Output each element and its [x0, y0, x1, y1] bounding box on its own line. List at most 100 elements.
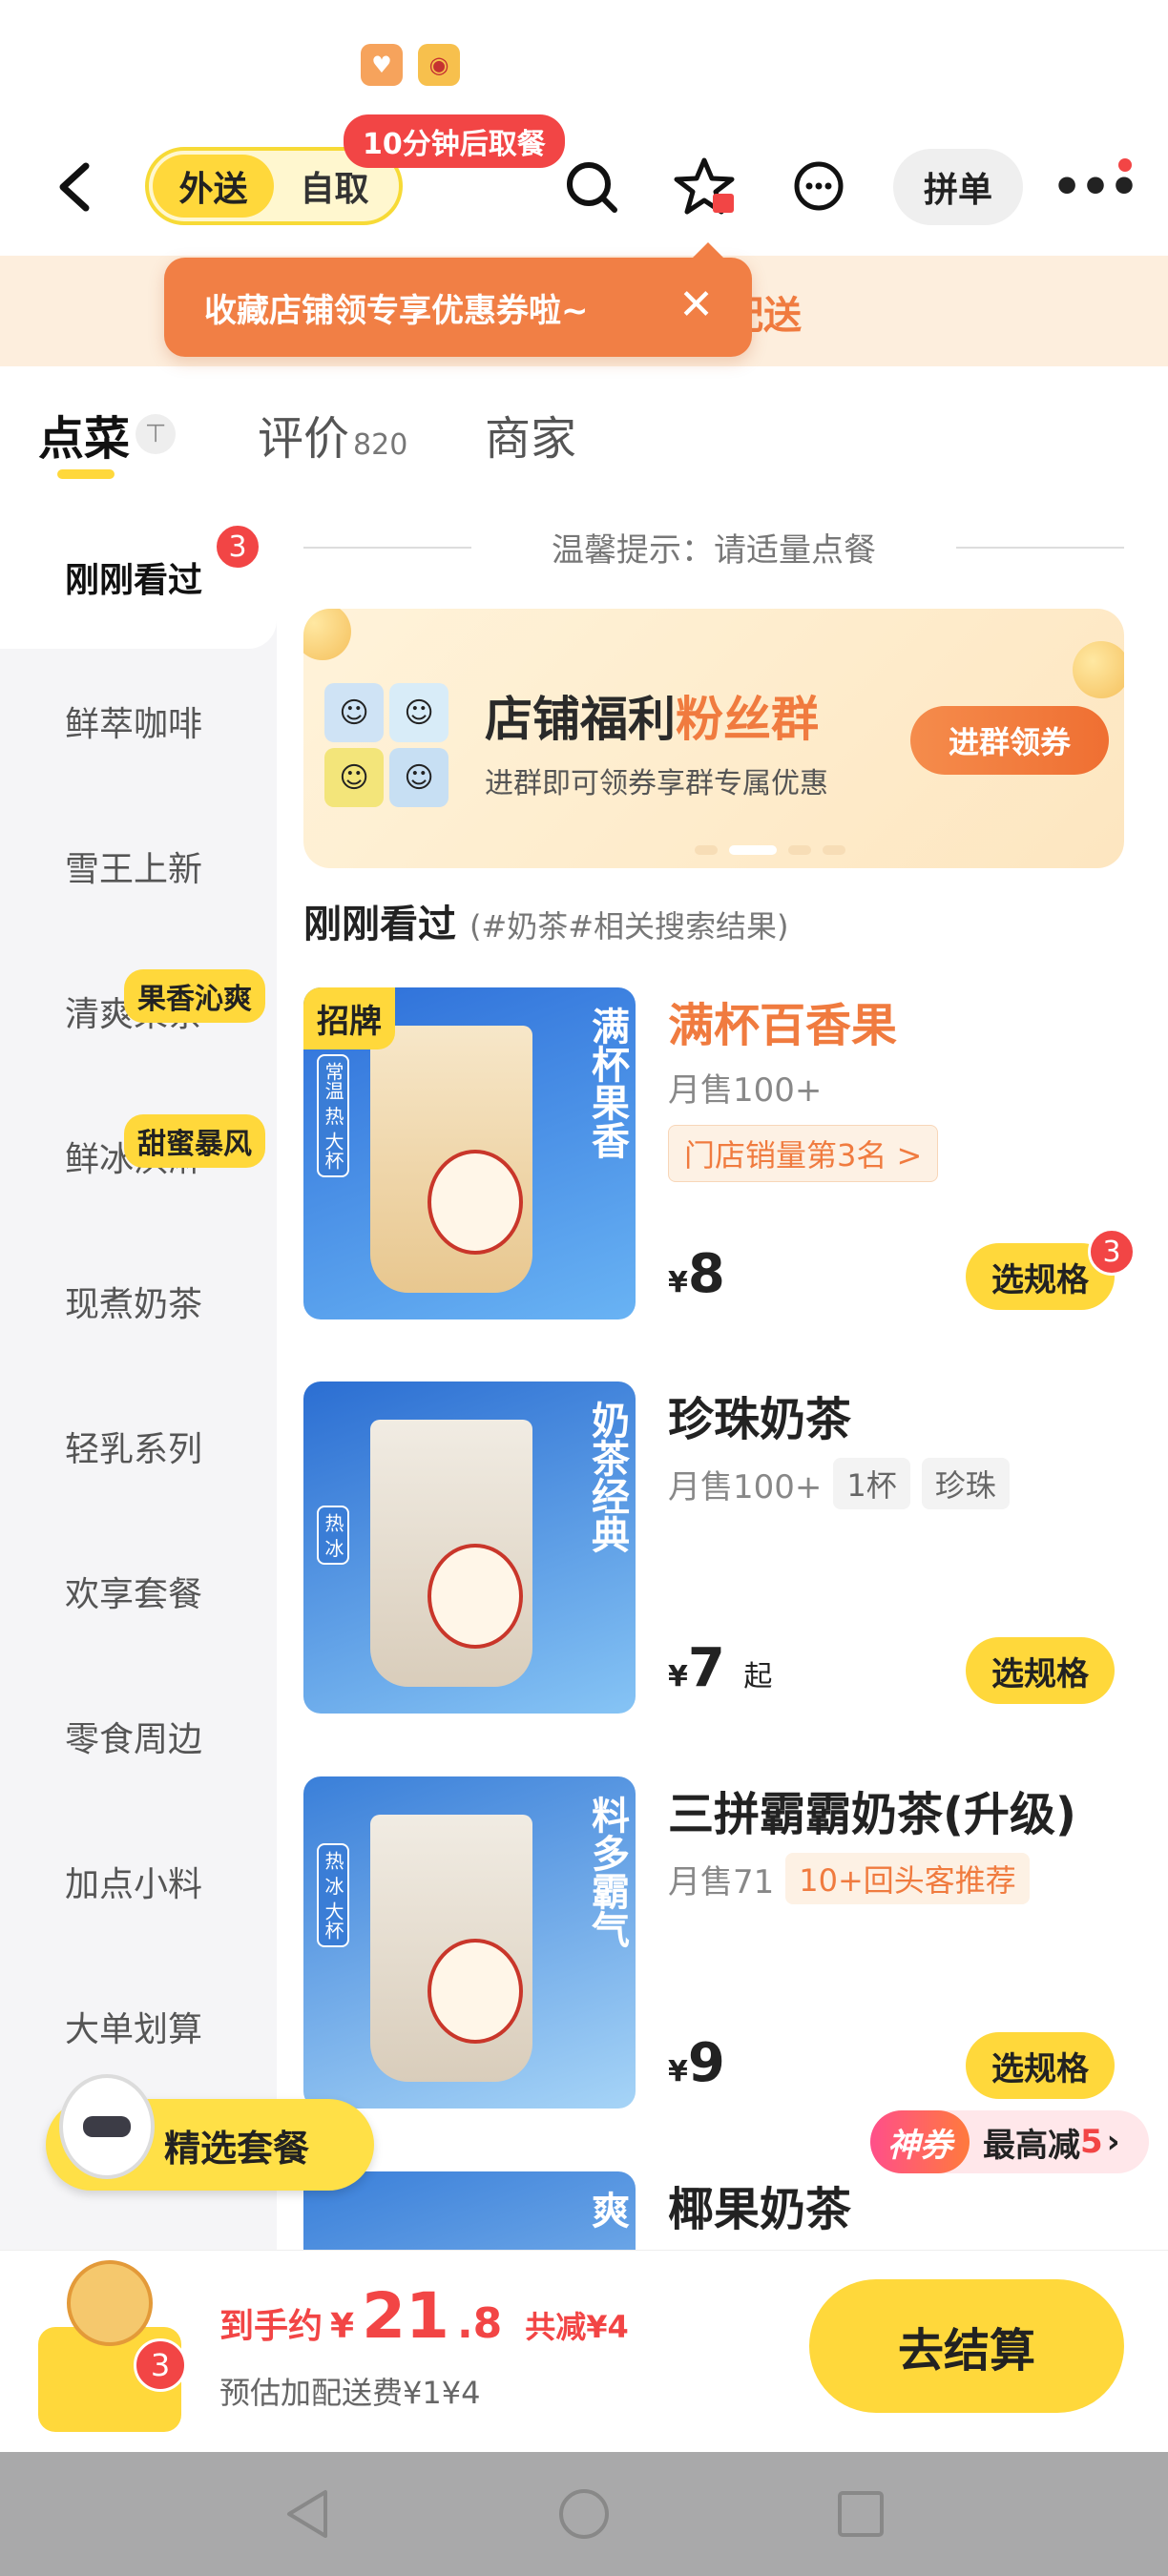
- currency-symbol: ¥: [330, 2307, 355, 2346]
- tab-reviews[interactable]: 评价 820: [258, 401, 407, 467]
- sidebar-item-new[interactable]: 雪王上新: [0, 794, 277, 939]
- combo-label: 精选套餐: [164, 2127, 310, 2170]
- carousel-dot-active: [729, 845, 777, 855]
- product-card[interactable]: 料多霸气 热 冰 大杯 三拼霸霸奶茶(升级) 月售71 10+回头客推荐 ¥9 …: [303, 1776, 1143, 2120]
- product-image: 满杯果香 常温 热 大杯 招牌: [303, 987, 636, 1319]
- sidebar-item-snacks[interactable]: 零食周边: [0, 1664, 277, 1809]
- circle-home-icon: [559, 2489, 609, 2539]
- chat-bubble-icon: [794, 161, 844, 211]
- avatar: ☺: [324, 748, 384, 807]
- header: 外送 自取 10分钟后取餐 拼单 •••: [0, 114, 1168, 239]
- cart-qty-badge: 3: [1088, 1228, 1136, 1276]
- product-image: 奶茶经典 热 冰: [303, 1381, 636, 1714]
- search-icon: [567, 162, 617, 213]
- sidebar-item-label: 欢享套餐: [65, 1575, 203, 1614]
- join-group-button[interactable]: 进群领券: [910, 706, 1109, 775]
- sidebar-item-label: 鲜萃咖啡: [65, 705, 203, 744]
- price-value: 9: [687, 2032, 725, 2094]
- sidebar-item-ice-cream[interactable]: 鲜冰淇淋 甜蜜暴风: [0, 1084, 277, 1229]
- banner-title-highlight: 粉丝群: [676, 692, 819, 747]
- sales-text: 月售71: [668, 1862, 775, 1901]
- sidebar-item-label: 刚刚看过: [65, 561, 203, 600]
- chevron-right-icon: ›: [1106, 2123, 1120, 2161]
- notification-dot: [1118, 158, 1132, 172]
- featured-combo-button[interactable]: 精选套餐: [46, 2074, 374, 2191]
- avatar: ☺: [389, 748, 448, 807]
- back-arrow-icon: [59, 162, 90, 212]
- tab-reviews-label: 评价: [258, 412, 350, 466]
- sidebar-item-label: 加点小料: [65, 1865, 203, 1904]
- pin-top-icon[interactable]: ⊤: [136, 414, 177, 454]
- temperature-label: 热 冰: [317, 1506, 349, 1566]
- sidebar-item-recent[interactable]: 刚刚看过 3: [0, 506, 277, 649]
- checkout-button[interactable]: 去结算: [809, 2279, 1124, 2413]
- sidebar-item-fruit-tea[interactable]: 清爽果茶 果香沁爽: [0, 939, 277, 1084]
- tab-menu[interactable]: 点菜 ⊤: [38, 401, 177, 467]
- product-image: 料多霸气 热 冰 大杯: [303, 1776, 636, 2109]
- coupon-text: 最高减: [983, 2126, 1080, 2165]
- carousel-dot: [788, 845, 811, 855]
- sidebar-item-combo[interactable]: 欢享套餐: [0, 1519, 277, 1664]
- price-integer: 21: [362, 2279, 449, 2353]
- repeat-customer-chip: 10+回头客推荐: [785, 1853, 1030, 1904]
- avatar: ☺: [389, 683, 448, 742]
- pickup-time-badge: 10分钟后取餐: [344, 114, 565, 168]
- cart-count-badge: 3: [134, 2338, 187, 2392]
- rank-chip[interactable]: 门店销量第3名 >: [668, 1125, 939, 1182]
- select-spec-button[interactable]: 选规格: [966, 2032, 1115, 2099]
- product-card[interactable]: 奶茶经典 热 冰 珍珠奶茶 月售100+ 1杯 珍珠 ¥7 起 选规格: [303, 1381, 1143, 1725]
- product-name: 满杯百香果: [668, 999, 898, 1052]
- robot-bunny-icon: [59, 2074, 155, 2179]
- sidebar-item-light-milk[interactable]: 轻乳系列: [0, 1374, 277, 1519]
- carousel-dots: [695, 845, 845, 855]
- price-prefix: 到手约: [219, 2307, 323, 2346]
- sidebar-item-label: 雪王上新: [65, 850, 203, 889]
- tab-merchant[interactable]: 商家: [485, 401, 576, 467]
- product-name: 三拼霸霸奶茶(升级): [668, 1788, 1076, 1841]
- back-button[interactable]: [48, 160, 101, 214]
- price-decimal: .8: [456, 2299, 503, 2348]
- cart-price: 到手约 ¥21.8 共减¥4: [219, 2279, 629, 2353]
- nav-recents-button[interactable]: [832, 2485, 889, 2543]
- currency-symbol: ¥: [668, 1660, 688, 1693]
- product-card[interactable]: 满杯果香 常温 热 大杯 招牌 满杯百香果 月售100+ 门店销量第3名 > ¥…: [303, 987, 1143, 1331]
- more-button[interactable]: •••: [1052, 158, 1139, 216]
- nav-home-button[interactable]: [555, 2485, 613, 2543]
- delivery-option[interactable]: 外送: [153, 155, 274, 218]
- product-price: ¥9: [668, 2032, 725, 2094]
- select-spec-button[interactable]: 选规格: [966, 1637, 1115, 1704]
- message-button[interactable]: [786, 155, 851, 219]
- price-value: 7: [687, 1637, 725, 1699]
- coin-decoration: [1073, 641, 1124, 698]
- product-sales: 月售71 10+回头客推荐: [668, 1853, 1030, 1904]
- close-icon[interactable]: ✕: [678, 280, 714, 329]
- review-count: 820: [353, 428, 408, 462]
- temperature-label: 热 冰 大杯: [317, 1843, 349, 1947]
- weibo-app-icon: ◉: [418, 44, 460, 86]
- nav-back-button[interactable]: [279, 2485, 336, 2543]
- sidebar-item-coffee[interactable]: 鲜萃咖啡: [0, 649, 277, 794]
- tab-underline: [57, 469, 115, 479]
- carousel-dot: [695, 845, 718, 855]
- favorite-tooltip: 收藏店铺领专享优惠券啦~ ✕: [164, 242, 752, 357]
- reminder-text: 温馨提示：请适量点餐: [303, 523, 1124, 571]
- favorite-button[interactable]: [672, 155, 737, 219]
- fan-group-banner[interactable]: ☺ ☺ ☺ ☺ 店铺福利粉丝群 进群即可领券享群专属优惠 进群领券: [303, 609, 1124, 868]
- price-suffix: 起: [743, 1660, 773, 1693]
- triangle-back-icon: [287, 2490, 327, 2538]
- sales-text: 月售100+: [668, 1467, 823, 1506]
- coupon-tag[interactable]: 神券 最高减 5 ›: [870, 2110, 1149, 2173]
- coin-decoration: [303, 609, 351, 660]
- sidebar-item-milk-tea[interactable]: 现煮奶茶: [0, 1229, 277, 1374]
- group-order-button[interactable]: 拼单: [893, 149, 1023, 225]
- sidebar-item-toppings[interactable]: 加点小料: [0, 1809, 277, 1954]
- fan-avatars: ☺ ☺ ☺ ☺: [324, 683, 448, 807]
- favorite-tooltip-text: 收藏店铺领专享优惠券啦~: [204, 291, 589, 330]
- section-title-text: 刚刚看过: [303, 903, 456, 946]
- sidebar-item-bulk[interactable]: 大单划算: [0, 1954, 277, 2099]
- price-value: 8: [687, 1243, 725, 1305]
- search-button[interactable]: [559, 155, 624, 219]
- section-subtitle: (#奶茶#相关搜索结果): [469, 908, 789, 945]
- product-chip: 珍珠: [921, 1458, 1010, 1509]
- section-title: 刚刚看过 (#奶茶#相关搜索结果): [303, 893, 789, 948]
